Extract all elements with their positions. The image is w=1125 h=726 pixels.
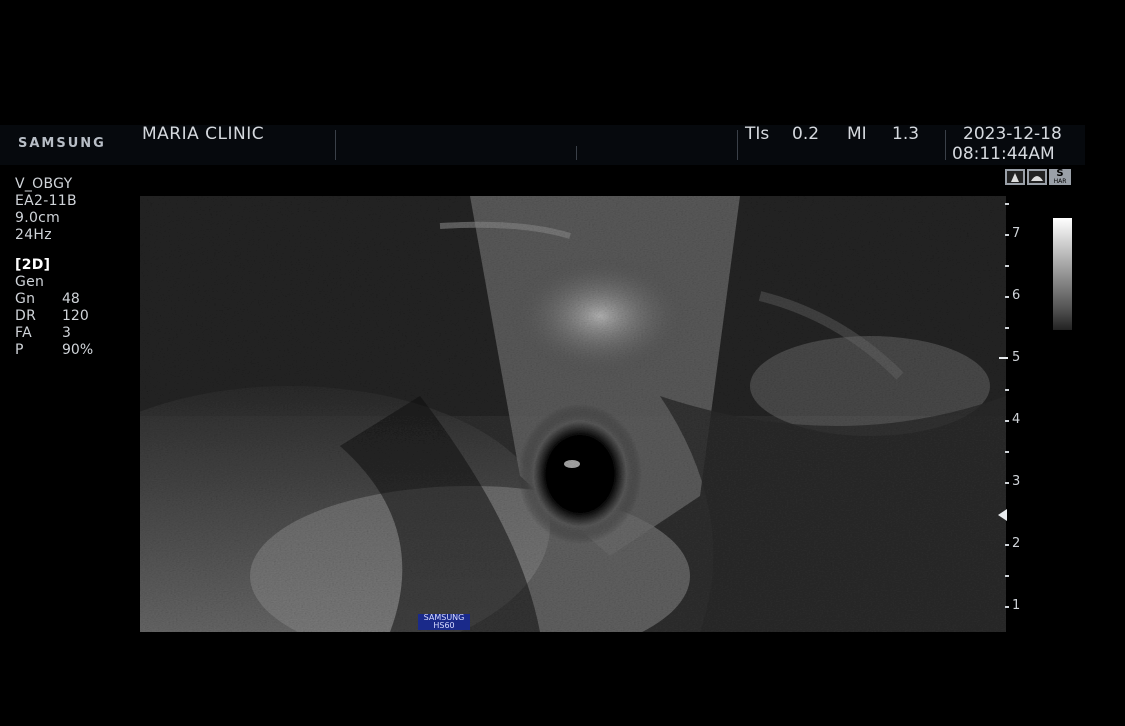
depth-label: 4 [1012, 412, 1021, 427]
probe-label: EA2-11B [15, 193, 77, 209]
clinic-name: MARIA CLINIC [142, 124, 265, 144]
depth-tick [1005, 265, 1009, 267]
preset-label: V_OBGY [15, 176, 73, 192]
depth-label: 5 [1012, 350, 1021, 365]
watermark-label: SAMSUNG HS60 [418, 614, 470, 630]
depth-label: 3 [1012, 474, 1021, 489]
param-value: 48 [62, 291, 80, 307]
header-divider [945, 130, 946, 160]
depth-tick [1005, 389, 1009, 391]
grayscale-bar [1053, 218, 1072, 330]
watermark-model: HS60 [433, 621, 455, 630]
depth-label: 1 [1012, 598, 1021, 613]
focus-depth-marker [999, 357, 1008, 359]
depth-tick [1005, 606, 1009, 608]
depth-tick [1005, 575, 1009, 577]
frame-rate-label: 24Hz [15, 227, 52, 243]
harmonic-icon[interactable]: S HAR [1049, 169, 1071, 185]
param-value: 3 [62, 325, 71, 341]
mi-value: 1.3 [892, 124, 920, 144]
depth-tick [1005, 482, 1009, 484]
depth-tick [1005, 544, 1009, 546]
mode-label: [2D] [15, 257, 51, 273]
depth-tick [1005, 203, 1009, 205]
depth-tick [1005, 420, 1009, 422]
depth-tick [1005, 234, 1009, 236]
param-value: 120 [62, 308, 89, 324]
mode-icons: S HAR [1005, 169, 1071, 185]
harmonic-icon-label: HAR [1053, 178, 1067, 185]
param-value: 90% [62, 342, 94, 358]
param-label: FA [15, 325, 32, 341]
depth-tick [1005, 451, 1009, 453]
param-label: DR [15, 308, 37, 324]
depth-tick [1005, 296, 1009, 298]
depth-label: 6 [1012, 288, 1021, 303]
tis-label: TIs [745, 124, 770, 144]
brand-logo: SAMSUNG [18, 136, 106, 151]
probe-icon[interactable] [1027, 169, 1047, 185]
mi-label: MI [847, 124, 867, 144]
exam-date: 2023-12-18 [963, 124, 1062, 144]
depth-label: 7 [1012, 226, 1021, 241]
header-divider [737, 130, 738, 160]
fetus-icon[interactable] [1005, 169, 1025, 185]
param-label: Gn [15, 291, 36, 307]
ultrasound-render [140, 196, 1006, 632]
exam-time: 08:11:44AM [952, 144, 1055, 164]
focus-position-icon[interactable] [998, 509, 1007, 521]
depth-label: 9.0cm [15, 210, 61, 226]
depth-label: 2 [1012, 536, 1021, 551]
header-divider [335, 130, 336, 160]
tis-value: 0.2 [792, 124, 820, 144]
header-divider [576, 146, 577, 160]
ultrasound-image[interactable] [140, 196, 1006, 632]
mode-type-label: Gen [15, 274, 45, 290]
param-label: P [15, 342, 24, 358]
depth-tick [1005, 327, 1009, 329]
